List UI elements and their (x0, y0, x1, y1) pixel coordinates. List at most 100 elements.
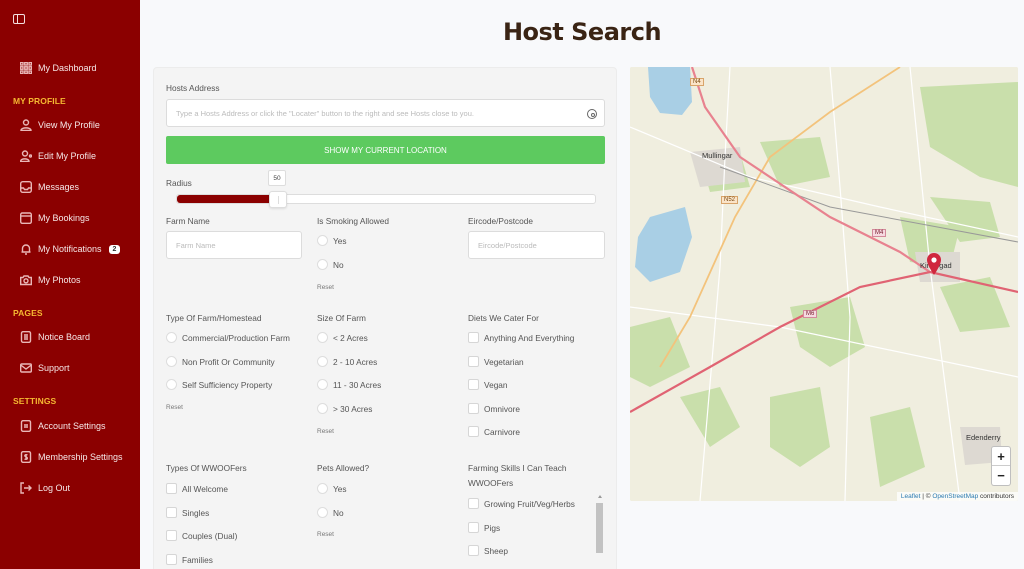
skills-label-line1: Farming Skills I Can Teach (468, 463, 567, 473)
map-attribution: Leaflet | © OpenStreetMap contributors (896, 492, 1018, 501)
diet-checkbox[interactable]: Carnivore (468, 426, 520, 437)
diet-checkbox[interactable]: Anything And Everything (468, 332, 574, 343)
farm-size-option[interactable]: 2 - 10 Acres (317, 356, 377, 367)
farm-size-reset-link[interactable]: Reset (317, 428, 334, 435)
radius-value-tooltip: 50 (268, 170, 286, 186)
sidebar-toggle-icon[interactable] (13, 14, 25, 24)
farm-size-option[interactable]: > 30 Acres (317, 403, 372, 414)
farm-size-option[interactable]: < 2 Acres (317, 332, 368, 343)
diet-checkbox[interactable]: Omnivore (468, 403, 520, 414)
farm-size-label: Size Of Farm (317, 313, 366, 323)
place-label: Mullingar (702, 151, 733, 160)
sidebar-item-bookings[interactable]: My Bookings (20, 210, 90, 226)
bell-icon (20, 243, 32, 255)
sidebar-item-label: My Dashboard (38, 63, 97, 73)
farm-name-input[interactable]: Farm Name (166, 231, 302, 259)
wwoofer-type-checkbox[interactable]: Couples (Dual) (166, 530, 237, 541)
smoking-yes-radio[interactable]: Yes (317, 235, 347, 246)
smoking-reset-link[interactable]: Reset (317, 284, 334, 291)
wwoofer-type-checkbox[interactable]: All Welcome (166, 483, 228, 494)
scroll-up-arrow-icon[interactable] (598, 495, 602, 498)
pets-label: Pets Allowed? (317, 463, 370, 473)
section-my-profile: MY PROFILE (13, 96, 66, 106)
sidebar-item-edit-profile[interactable]: Edit My Profile (20, 148, 96, 164)
map-pin-icon[interactable] (927, 253, 941, 275)
pets-reset-link[interactable]: Reset (317, 531, 334, 538)
section-pages: PAGES (13, 308, 43, 318)
wwoofer-types-label: Types Of WWOOFers (166, 463, 247, 473)
sidebar-item-label: Messages (38, 182, 80, 192)
diets-label: Diets We Cater For (468, 313, 539, 323)
road-shield: N52 (721, 196, 739, 204)
locater-icon[interactable] (587, 109, 597, 119)
eircode-placeholder: Eircode/Postcode (478, 240, 537, 250)
sidebar-item-support[interactable]: Support (20, 360, 70, 376)
smoking-label: Is Smoking Allowed (317, 216, 389, 226)
road-shield: N4 (690, 78, 704, 86)
sidebar-item-label: Notice Board (38, 332, 91, 342)
eircode-input[interactable]: Eircode/Postcode (468, 231, 605, 259)
sidebar-item-label: Support (38, 363, 70, 373)
sidebar-item-account-settings[interactable]: Account Settings (20, 418, 106, 434)
radius-slider-handle[interactable] (269, 191, 287, 208)
sidebar-item-messages[interactable]: Messages (20, 179, 79, 195)
sidebar-item-notice-board[interactable]: Notice Board (20, 329, 90, 345)
road-shield: M6 (803, 310, 818, 318)
place-label: Edenderry (966, 433, 1001, 442)
diet-checkbox[interactable]: Vegan (468, 379, 508, 390)
radius-slider[interactable] (176, 191, 596, 208)
map[interactable]: N4 N52 M4 M6 Mullingar Kinnegad Edenderr… (630, 67, 1018, 501)
sidebar-item-view-profile[interactable]: View My Profile (20, 117, 100, 133)
sidebar-item-notifications[interactable]: My Notifications 2 (20, 241, 121, 257)
inbox-icon (20, 181, 32, 193)
show-current-location-button[interactable]: SHOW MY CURRENT LOCATION (166, 136, 605, 164)
sidebar-item-log-out[interactable]: Log Out (20, 480, 70, 496)
sidebar-item-label: My Photos (38, 275, 81, 285)
radius-slider-fill (177, 195, 278, 203)
page-title: Host Search (502, 18, 662, 46)
user-icon (20, 119, 32, 131)
farm-type-option[interactable]: Self Sufficiency Property (166, 379, 272, 390)
hosts-address-placeholder: Type a Hosts Address or click the "Locat… (176, 108, 474, 118)
skill-checkbox[interactable]: Pigs (468, 522, 500, 533)
hosts-address-label: Hosts Address (166, 83, 220, 93)
eircode-label: Eircode/Postcode (468, 216, 534, 226)
farm-type-label: Type Of Farm/Homestead (166, 313, 262, 323)
road-shield: M4 (872, 229, 887, 237)
scrollbar-thumb[interactable] (596, 503, 603, 553)
sidebar-item-label: Membership Settings (38, 452, 123, 462)
hosts-address-input[interactable]: Type a Hosts Address or click the "Locat… (166, 99, 605, 127)
notification-count-badge: 2 (108, 244, 121, 254)
wwoofer-type-checkbox[interactable]: Families (166, 554, 213, 565)
sidebar-item-label: Edit My Profile (38, 151, 97, 161)
sidebar-item-label: Account Settings (38, 421, 106, 431)
skill-checkbox[interactable]: Growing Fruit/Veg/Herbs (468, 498, 575, 509)
sidebar-item-photos[interactable]: My Photos (20, 272, 81, 288)
sidebar-item-dashboard[interactable]: My Dashboard (20, 60, 97, 76)
wwoofer-type-checkbox[interactable]: Singles (166, 507, 209, 518)
sidebar-item-membership-settings[interactable]: Membership Settings (20, 449, 123, 465)
user-edit-icon (20, 150, 32, 162)
smoking-no-radio[interactable]: No (317, 259, 344, 270)
zoom-out-button[interactable]: − (992, 466, 1010, 485)
leaflet-link[interactable]: Leaflet (901, 493, 921, 500)
farm-type-option[interactable]: Non Profit Or Community (166, 356, 275, 367)
grid-icon (20, 62, 32, 74)
sidebar-item-label: My Bookings (38, 213, 90, 223)
skills-label-line2: WWOOFers (468, 478, 514, 488)
skill-checkbox[interactable]: Sheep (468, 545, 508, 556)
sidebar-item-label: Log Out (38, 483, 71, 493)
radius-label: Radius (166, 178, 192, 188)
diet-checkbox[interactable]: Vegetarian (468, 356, 524, 367)
farm-type-option[interactable]: Commercial/Production Farm (166, 332, 290, 343)
sidebar: My Dashboard MY PROFILE View My Profile … (0, 0, 140, 569)
farm-type-reset-link[interactable]: Reset (166, 404, 183, 411)
farm-size-option[interactable]: 11 - 30 Acres (317, 379, 381, 390)
zoom-in-button[interactable]: + (992, 447, 1010, 466)
calendar-icon (20, 212, 32, 224)
openstreetmap-link[interactable]: OpenStreetMap (932, 493, 978, 500)
envelope-icon (20, 362, 32, 374)
pets-yes-radio[interactable]: Yes (317, 483, 347, 494)
pets-no-radio[interactable]: No (317, 507, 344, 518)
skills-scrollbar[interactable] (596, 495, 604, 569)
